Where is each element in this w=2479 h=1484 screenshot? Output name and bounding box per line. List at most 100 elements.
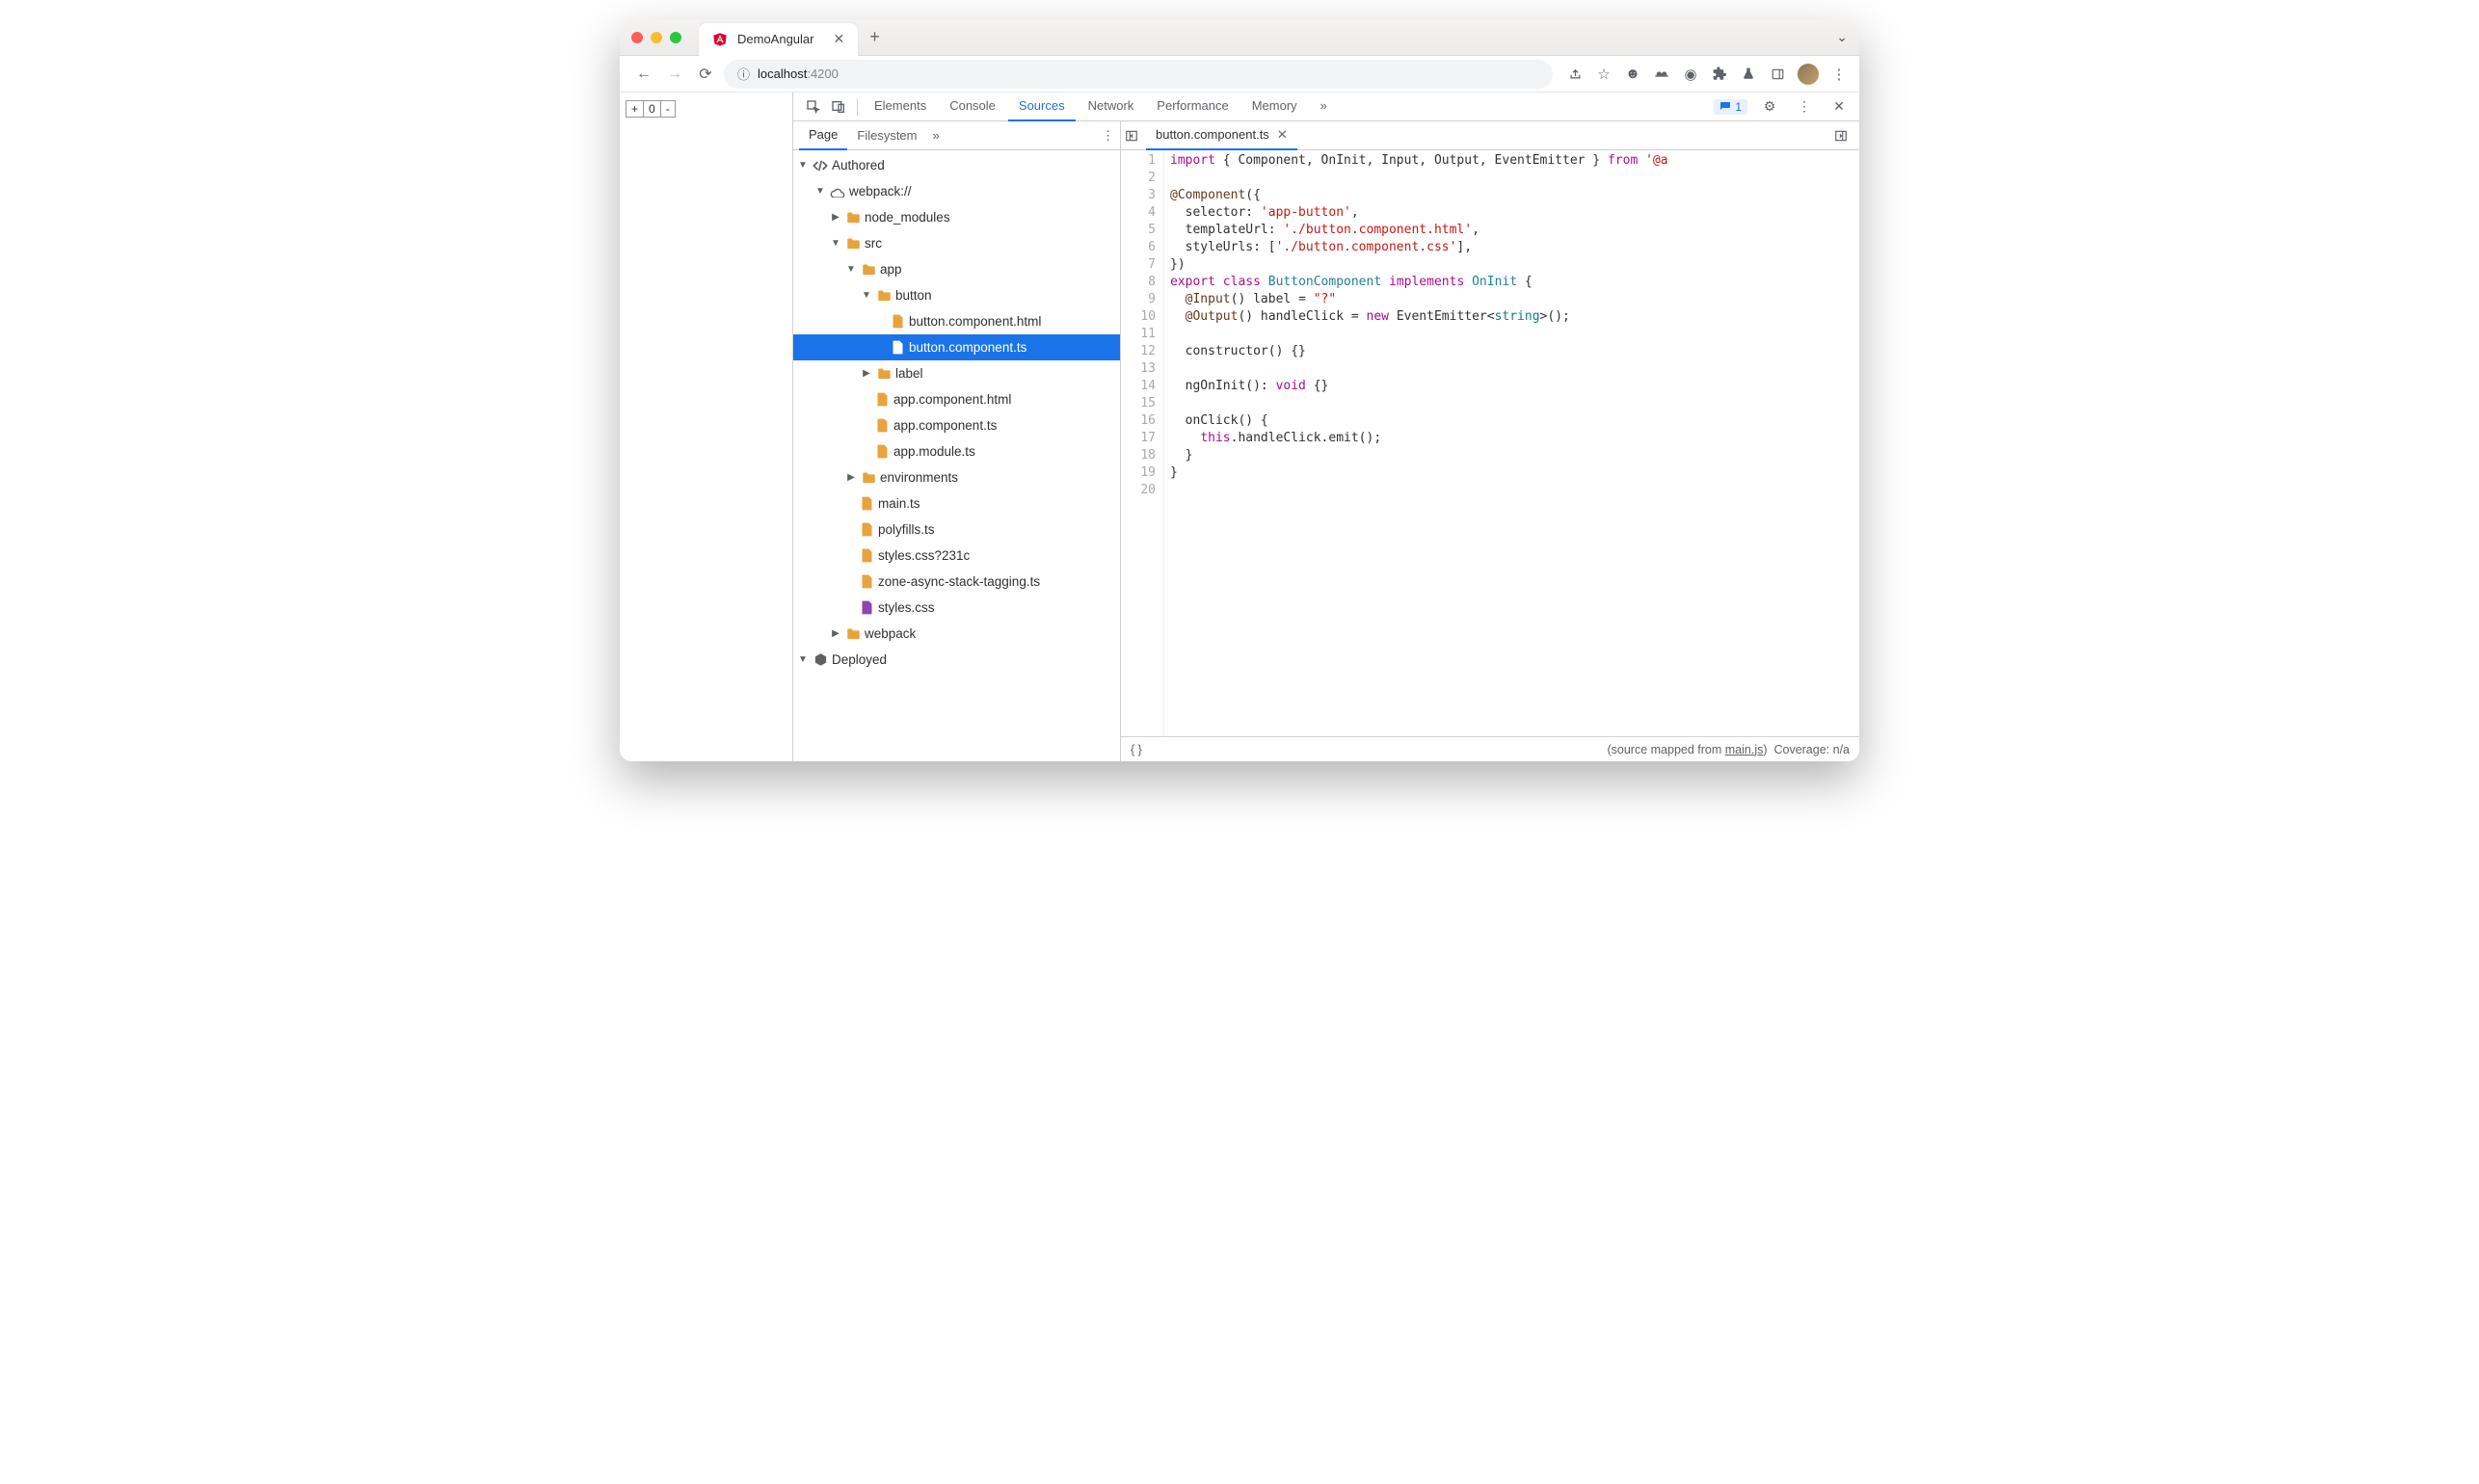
tree-app-html[interactable]: app.component.html [793, 386, 1120, 412]
bookmark-icon[interactable]: ☆ [1595, 66, 1613, 83]
file-icon [890, 340, 905, 356]
tab-network[interactable]: Network [1078, 93, 1145, 121]
tree-environments[interactable]: ▶environments [793, 464, 1120, 490]
editor-tab-button-ts[interactable]: button.component.ts ✕ [1146, 121, 1297, 150]
source-map-link[interactable]: main.js [1725, 743, 1764, 756]
tree-label-folder[interactable]: ▶label [793, 360, 1120, 386]
code-icon [813, 158, 828, 173]
tabs-overflow-icon[interactable]: » [1310, 93, 1338, 121]
nav-tabs-overflow-icon[interactable]: » [933, 128, 940, 143]
tab-elements[interactable]: Elements [864, 93, 937, 121]
extensions-icon[interactable] [1711, 66, 1728, 83]
titlebar: DemoAngular ✕ + ⌄ [620, 19, 1859, 56]
profile-avatar[interactable] [1798, 64, 1819, 85]
coverage-label: Coverage: n/a [1773, 743, 1850, 756]
tab-close-icon[interactable]: ✕ [834, 31, 845, 47]
nav-menu-icon[interactable]: ⋮ [1102, 128, 1114, 144]
folder-icon [845, 626, 861, 642]
nav-tab-page[interactable]: Page [799, 121, 847, 150]
pretty-print-icon[interactable]: { } [1131, 743, 1142, 756]
counter-minus[interactable]: - [661, 101, 675, 117]
editor-tab-label: button.component.ts [1156, 127, 1269, 142]
counter-plus[interactable]: + [626, 101, 644, 117]
tree-button-html[interactable]: button.component.html [793, 308, 1120, 334]
address-bar[interactable]: ⓘ localhost:4200 [724, 60, 1553, 89]
tree-app-ts[interactable]: app.component.ts [793, 412, 1120, 438]
toolbar-icons: ☆ ☻ ◉ ⋮ [1559, 64, 1848, 85]
minimize-window[interactable] [651, 32, 662, 43]
devtools-menu-icon[interactable]: ⋮ [1792, 98, 1817, 115]
side-panel-icon[interactable] [1769, 66, 1786, 83]
tab-console[interactable]: Console [939, 93, 1006, 121]
window-controls [631, 32, 681, 43]
folder-icon [845, 210, 861, 225]
tree-zone[interactable]: zone-async-stack-tagging.ts [793, 569, 1120, 595]
devtools: Elements Console Sources Network Perform… [793, 93, 1859, 761]
tree-webpack-folder[interactable]: ▶webpack [793, 621, 1120, 647]
devtools-tabs: Elements Console Sources Network Perform… [864, 93, 1338, 121]
tabs-dropdown-icon[interactable]: ⌄ [1836, 29, 1848, 45]
extension-flask-icon[interactable] [1740, 66, 1757, 83]
extension-mask-icon[interactable]: ☻ [1624, 66, 1641, 83]
page-content: + 0 - [620, 93, 793, 761]
body: + 0 - Elements Console Sources Network P… [620, 93, 1859, 761]
issues-badge[interactable]: 1 [1714, 99, 1747, 115]
counter-widget: + 0 - [626, 100, 676, 118]
tree-app-module[interactable]: app.module.ts [793, 438, 1120, 464]
file-icon [859, 600, 874, 616]
share-icon[interactable] [1566, 66, 1584, 83]
devtools-close-icon[interactable]: ✕ [1826, 98, 1852, 115]
nav-tab-filesystem[interactable]: Filesystem [847, 121, 926, 150]
editor-tab-close-icon[interactable]: ✕ [1277, 127, 1288, 143]
inspect-element-icon[interactable] [801, 99, 826, 115]
tab-performance[interactable]: Performance [1146, 93, 1239, 121]
back-button[interactable]: ← [631, 62, 656, 87]
navigator-tabs: Page Filesystem » ⋮ [793, 121, 1120, 150]
code-content: import { Component, OnInit, Input, Outpu… [1163, 150, 1859, 736]
tab-memory[interactable]: Memory [1241, 93, 1308, 121]
tree-main-ts[interactable]: main.ts [793, 490, 1120, 517]
browser-menu-icon[interactable]: ⋮ [1830, 66, 1848, 83]
file-icon [874, 444, 890, 460]
tree-styles-css[interactable]: styles.css [793, 595, 1120, 621]
extension-incognito-icon[interactable] [1653, 66, 1670, 83]
tab-sources[interactable]: Sources [1008, 93, 1076, 121]
tree-button-folder[interactable]: ▼button [793, 282, 1120, 308]
tree-deployed[interactable]: ▼Deployed [793, 647, 1120, 673]
angular-icon [712, 32, 728, 47]
settings-icon[interactable]: ⚙ [1757, 98, 1782, 115]
tab-title: DemoAngular [737, 32, 814, 46]
folder-icon [845, 236, 861, 252]
forward-button[interactable]: → [662, 62, 687, 87]
toggle-navigator-icon[interactable] [1125, 129, 1146, 143]
site-info-icon[interactable]: ⓘ [737, 65, 750, 83]
extension-compass-icon[interactable]: ◉ [1682, 66, 1699, 83]
close-window[interactable] [631, 32, 643, 43]
file-icon [859, 522, 874, 538]
tree-src[interactable]: ▼src [793, 230, 1120, 256]
source-mapped-label: (source mapped from main.js) [1607, 743, 1767, 756]
browser-tab[interactable]: DemoAngular ✕ [699, 23, 858, 56]
file-icon [874, 418, 890, 434]
maximize-window[interactable] [670, 32, 681, 43]
device-toolbar-icon[interactable] [826, 99, 851, 115]
new-tab-button[interactable]: + [869, 27, 880, 47]
file-icon [859, 574, 874, 590]
tree-authored[interactable]: ▼Authored [793, 152, 1120, 178]
toggle-debugger-icon[interactable] [1834, 129, 1855, 143]
code-area[interactable]: 1234567891011121314151617181920 import {… [1121, 150, 1859, 736]
reload-button[interactable]: ⟳ [693, 62, 718, 87]
deployed-icon [813, 652, 828, 668]
tree-node-modules[interactable]: ▶node_modules [793, 204, 1120, 230]
sources-navigator: Page Filesystem » ⋮ ▼Authored ▼webpack:/… [793, 121, 1121, 761]
file-tree: ▼Authored ▼webpack:// ▶node_modules ▼src… [793, 150, 1120, 761]
line-numbers: 1234567891011121314151617181920 [1121, 150, 1163, 736]
sources-panel: Page Filesystem » ⋮ ▼Authored ▼webpack:/… [793, 121, 1859, 761]
tree-webpack[interactable]: ▼webpack:// [793, 178, 1120, 204]
tree-polyfills[interactable]: polyfills.ts [793, 517, 1120, 543]
tree-button-ts[interactable]: button.component.ts [793, 334, 1120, 360]
tree-styles-hash[interactable]: styles.css?231c [793, 543, 1120, 569]
file-icon [859, 496, 874, 512]
editor-status-bar: { } (source mapped from main.js) Coverag… [1121, 736, 1859, 761]
tree-app[interactable]: ▼app [793, 256, 1120, 282]
